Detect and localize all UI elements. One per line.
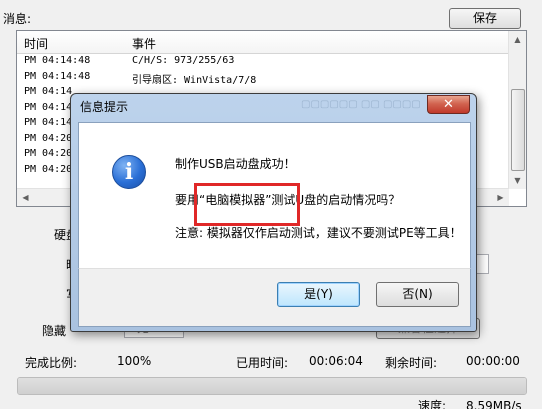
message-label: 消息:: [3, 12, 32, 26]
log-time: PM 04:14:48: [24, 55, 91, 66]
log-time: PM 04:20: [24, 148, 73, 159]
complete-label: 完成比例:: [25, 356, 78, 370]
yes-button[interactable]: 是(Y): [277, 282, 360, 307]
speed-label: 速度:: [418, 399, 447, 409]
title-bar-ghost-text: ▢▢▢▢▢▢ ▢▢ ▢▢▢▢: [301, 99, 421, 110]
log-row[interactable]: PM 04:14:48 C/H/S: 973/255/63: [17, 53, 509, 69]
column-event[interactable]: 事件: [132, 35, 156, 52]
scroll-up-icon[interactable]: ▲: [509, 31, 526, 48]
info-icon: i: [112, 155, 146, 189]
progress-fill: [18, 378, 526, 394]
column-time[interactable]: 时间: [24, 35, 48, 52]
remain-time-value: 00:00:00: [466, 354, 520, 368]
dialog-title: 信息提示: [80, 100, 129, 114]
close-icon[interactable]: ✕: [427, 95, 470, 114]
log-time: PM 04:20: [24, 132, 73, 144]
log-time: PM 04:14:48: [24, 70, 91, 82]
scroll-left-icon[interactable]: ◀: [17, 189, 34, 206]
used-time-value: 00:06:04: [309, 354, 363, 368]
log-time: PM 04:14: [24, 86, 73, 97]
dialog-message-success: 制作USB启动盘成功！: [175, 157, 296, 171]
no-button[interactable]: 否(N): [376, 282, 459, 307]
hidden-label: 隐藏: [42, 324, 67, 338]
log-time: PM 04:14: [24, 101, 73, 113]
dialog-footer: 是(Y) 否(N): [78, 268, 471, 327]
yes-button-highlight: [194, 183, 300, 226]
log-time: PM 04:14: [24, 117, 73, 128]
scroll-thumb[interactable]: [511, 89, 525, 171]
remain-time-label: 剩余时间:: [385, 356, 438, 370]
scroll-right-icon[interactable]: ▶: [492, 189, 509, 206]
log-header: 时间 事件: [17, 31, 509, 54]
progress-bar: [17, 377, 527, 395]
complete-value: 100%: [117, 354, 152, 368]
dialog-message-note: 注意: 模拟器仅作启动测试，建议不要测试PE等工具！: [175, 226, 462, 240]
speed-value: 8.59MB/s: [466, 399, 522, 409]
log-event: C/H/S: 973/255/63: [132, 55, 235, 66]
save-button[interactable]: 保存: [449, 8, 521, 29]
log-time: PM 04:20: [24, 163, 73, 175]
log-vertical-scrollbar[interactable]: ▲ ▼: [508, 31, 526, 189]
scroll-down-icon[interactable]: ▼: [509, 172, 526, 189]
used-time-label: 已用时间:: [236, 356, 289, 370]
log-row[interactable]: PM 04:14:48 引导扇区: WinVista/7/8: [17, 69, 509, 86]
